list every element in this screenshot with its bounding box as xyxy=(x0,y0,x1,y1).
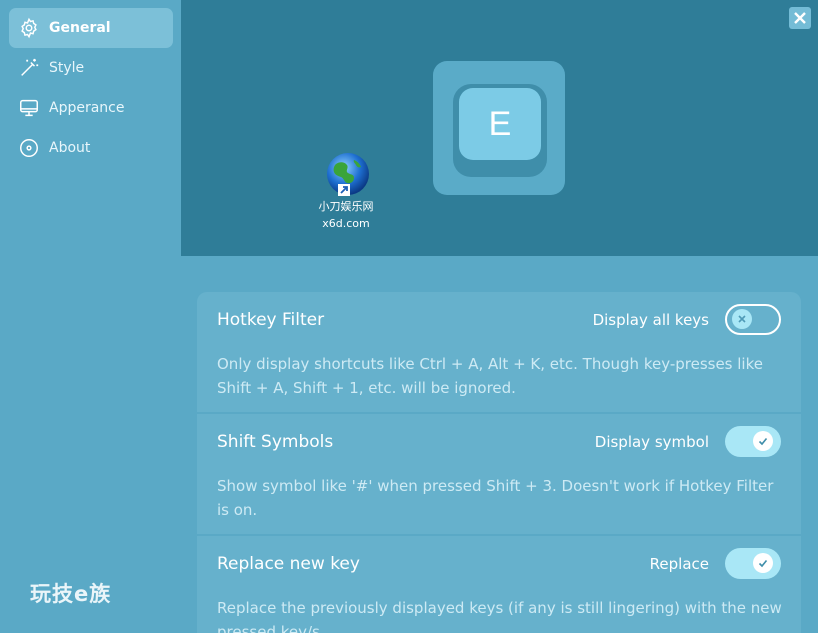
setting-action-label: Replace xyxy=(649,555,709,573)
setting-shift-symbols: Shift Symbols Display symbol Show symbol… xyxy=(197,414,801,534)
setting-action-label: Display symbol xyxy=(594,433,709,451)
hotkey-filter-toggle[interactable] xyxy=(725,304,781,335)
desktop-shortcut[interactable]: 小刀娱乐网 x6d.com xyxy=(305,150,387,232)
setting-title: Hotkey Filter xyxy=(217,310,325,330)
close-button[interactable] xyxy=(789,7,811,29)
brand-watermark: 玩技e族 xyxy=(30,582,112,606)
sidebar-item-label: About xyxy=(49,140,91,156)
shift-symbols-toggle[interactable] xyxy=(725,426,781,457)
setting-description: Show symbol like '#' when pressed Shift … xyxy=(217,477,774,519)
key-cap-label: E xyxy=(459,88,541,160)
sidebar-item-general[interactable]: General xyxy=(9,8,173,48)
sidebar-item-label: Style xyxy=(49,60,85,76)
check-icon xyxy=(753,431,773,451)
setting-title: Replace new key xyxy=(217,554,360,574)
key-preview: E xyxy=(433,61,565,195)
sidebar-item-style[interactable]: Style xyxy=(9,48,173,88)
replace-new-key-toggle[interactable] xyxy=(725,548,781,579)
sidebar-item-about[interactable]: About xyxy=(9,128,173,168)
close-icon xyxy=(794,12,806,24)
check-icon xyxy=(753,553,773,573)
sidebar-item-apperance[interactable]: Apperance xyxy=(9,88,173,128)
setting-hotkey-filter: Hotkey Filter Display all keys Only disp… xyxy=(197,292,801,412)
desktop-shortcut-name: 小刀娱乐网 xyxy=(318,200,374,213)
key-cap-border: E xyxy=(453,84,547,177)
globe-icon xyxy=(322,150,370,198)
magic-wand-icon xyxy=(21,58,39,76)
setting-description: Replace the previously displayed keys (i… xyxy=(217,599,782,633)
sidebar-item-label: Apperance xyxy=(49,100,125,116)
setting-action-label: Display all keys xyxy=(592,311,709,329)
desktop-shortcut-domain: x6d.com xyxy=(322,217,370,230)
monitor-icon xyxy=(20,99,38,117)
sidebar-item-label: General xyxy=(49,20,111,36)
gear-icon xyxy=(21,17,37,39)
setting-replace-new-key: Replace new key Replace Replace the prev… xyxy=(197,536,801,633)
sidebar: General Style Apperance About 玩技e族 xyxy=(0,0,181,633)
x-icon xyxy=(732,309,752,329)
setting-title: Shift Symbols xyxy=(217,432,334,452)
info-circle-icon xyxy=(20,139,38,157)
setting-description: Only display shortcuts like Ctrl + A, Al… xyxy=(217,355,763,397)
